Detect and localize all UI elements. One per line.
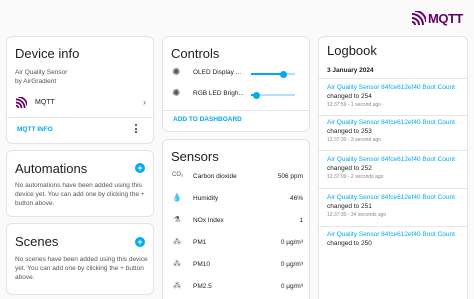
- log-entry-time: 12:37:30 - 34 seconds ago: [327, 212, 387, 218]
- divider: [319, 226, 467, 227]
- integration-row[interactable]: MQTT ›: [7, 95, 153, 111]
- add-to-dashboard-button[interactable]: ADD TO DASHBOARD: [173, 116, 242, 123]
- sensors-title: Sensors: [171, 149, 219, 164]
- device-manufacturer: by AirGradient: [15, 78, 57, 85]
- add-scene-button[interactable]: +: [135, 237, 145, 247]
- sensor-value: 0 µg/m³: [280, 283, 303, 290]
- device-model: Air Quality Sensor: [15, 69, 68, 76]
- automations-card: Automations + No automations have been a…: [6, 150, 154, 217]
- automations-empty-line-3: button above.: [15, 200, 55, 207]
- sensor-label: PM2.5: [193, 283, 212, 290]
- humidity-icon: 💧: [172, 193, 182, 202]
- more-options-icon[interactable]: [134, 124, 138, 134]
- log-entry: Air Quality Sensor 84fce612ef40 Boot Cou…: [319, 82, 467, 114]
- brightness-icon: ✺: [172, 67, 181, 78]
- automations-empty-line-2: device yet. You can add one by clicking …: [15, 191, 145, 198]
- log-entry-link[interactable]: Air Quality Sensor 84fce612ef40 Boot Cou…: [327, 156, 455, 163]
- brightness-icon: ✺: [172, 88, 181, 99]
- oled-display-slider[interactable]: [280, 70, 287, 78]
- mqtt-logo: MQTT: [412, 10, 463, 26]
- automations-title: Automations: [15, 161, 88, 176]
- mqtt-integration-icon: [16, 97, 27, 108]
- sensor-row[interactable]: CO₂ Carbon dioxide 506 ppm: [163, 170, 309, 184]
- sensor-value: 0 µg/m³: [280, 239, 303, 246]
- control-row-rgb: ✺ RGB LED Brigh...: [163, 88, 309, 102]
- divider: [319, 115, 467, 116]
- sensor-row[interactable]: 💧 Humidity 46%: [163, 192, 309, 206]
- divider: [7, 117, 153, 118]
- scenes-title: Scenes: [15, 234, 59, 249]
- sensor-value: 1: [299, 217, 303, 224]
- log-entry-link[interactable]: Air Quality Sensor 84fce612ef40 Boot Cou…: [327, 84, 455, 91]
- logbook-date: 3 January 2024: [327, 67, 374, 74]
- sensor-row[interactable]: ⁂ PM2.5 0 µg/m³: [163, 280, 309, 294]
- sensor-label: Carbon dioxide: [193, 173, 237, 180]
- log-entry-text: changed to 252: [327, 165, 372, 172]
- pm-icon: ⁂: [173, 281, 181, 290]
- divider: [319, 150, 467, 151]
- sensor-label: NOx Index: [193, 217, 224, 224]
- co2-icon: CO₂: [172, 172, 184, 178]
- log-entry: Air Quality Sensor 84fce612ef40 Boot Cou…: [319, 154, 467, 186]
- logbook-card: Logbook 3 January 2024 Air Quality Senso…: [318, 36, 468, 299]
- add-automation-button[interactable]: +: [135, 163, 145, 173]
- log-entry-link[interactable]: Air Quality Sensor 84fce612ef40 Boot Cou…: [327, 119, 455, 126]
- rgb-led-brightness-slider[interactable]: [253, 91, 260, 99]
- integration-label: MQTT: [35, 99, 55, 106]
- log-entry: Air Quality Sensor 84fce612ef40 Boot Cou…: [319, 117, 467, 149]
- log-entry-link[interactable]: Air Quality Sensor 84fce612ef40 Boot Cou…: [327, 194, 455, 201]
- scenes-empty-line-2: yet. You can add one by clicking the + b…: [15, 265, 144, 272]
- nox-icon: ⚗: [173, 215, 181, 224]
- log-entry-text: changed to 251: [327, 203, 372, 210]
- log-entry-text: changed to 253: [327, 128, 372, 135]
- device-info-card: Device info Air Quality Sensor by AirGra…: [6, 36, 154, 144]
- control-row-oled: ✺ OLED Display ...: [163, 67, 309, 81]
- sensors-card: Sensors CO₂ Carbon dioxide 506 ppm 💧 Hum…: [162, 139, 310, 299]
- log-entry-time: 12:37:09 - 2 seconds ago: [327, 174, 384, 180]
- divider: [319, 78, 467, 79]
- control-label: RGB LED Brigh...: [193, 90, 244, 97]
- pm-icon: ⁂: [173, 237, 181, 246]
- scenes-empty-line-3: above.: [15, 274, 35, 281]
- log-entry: Air Quality Sensor 84fce612ef40 Boot Cou…: [319, 192, 467, 224]
- log-entry-time: 12:37:59 - 1 second ago: [327, 102, 381, 108]
- sensor-value: 0 µg/m³: [280, 261, 303, 268]
- mqtt-info-button[interactable]: MQTT INFO: [17, 126, 53, 133]
- controls-card: Controls ✺ OLED Display ... ✺ RGB LED Br…: [162, 36, 310, 132]
- divider: [163, 110, 309, 111]
- log-entry-text: changed to 254: [327, 93, 372, 100]
- log-entry-time: 12:37:30 - 3 second ago: [327, 137, 381, 143]
- control-label: OLED Display ...: [193, 69, 242, 76]
- controls-title: Controls: [171, 46, 220, 61]
- sensor-row[interactable]: ⁂ PM10 0 µg/m³: [163, 258, 309, 272]
- device-info-title: Device info: [15, 46, 80, 61]
- sensor-label: Humidity: [193, 195, 219, 202]
- chevron-right-icon: ›: [143, 97, 146, 107]
- scenes-empty-line-1: No scenes have been added using this dev…: [15, 256, 148, 263]
- scenes-card: Scenes + No scenes have been added using…: [6, 223, 154, 295]
- divider: [319, 188, 467, 189]
- automations-empty-line-1: No automations have been added using thi…: [15, 182, 142, 189]
- log-entry: Air Quality Sensor 84fce612ef40 Boot Cou…: [319, 229, 467, 261]
- sensor-value: 46%: [289, 195, 303, 202]
- sensor-row[interactable]: ⚗ NOx Index 1: [163, 214, 309, 228]
- sensor-label: PM1: [193, 239, 207, 246]
- sensor-row[interactable]: ⁂ PM1 0 µg/m³: [163, 236, 309, 250]
- log-entry-link[interactable]: Air Quality Sensor 84fce612ef40 Boot Cou…: [327, 231, 455, 238]
- mqtt-logo-text: MQTT: [428, 10, 463, 26]
- mqtt-logo-icon: [412, 11, 426, 25]
- pm-icon: ⁂: [173, 259, 181, 268]
- sensor-label: PM10: [193, 261, 210, 268]
- sensor-value: 506 ppm: [277, 173, 303, 180]
- logbook-title: Logbook: [327, 43, 377, 58]
- log-entry-text: changed to 250: [327, 240, 372, 247]
